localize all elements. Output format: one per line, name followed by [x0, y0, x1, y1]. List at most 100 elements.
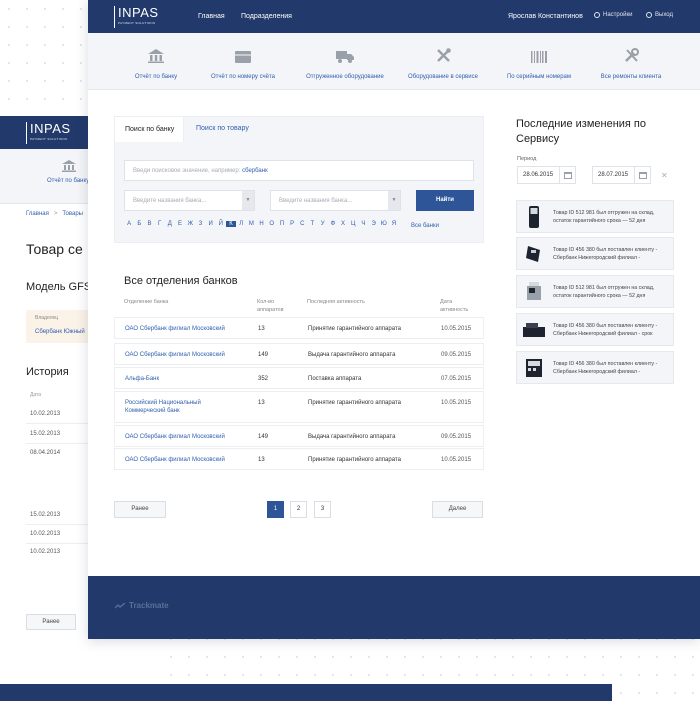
- inpas-logo[interactable]: INPAS PAYMENT SOLUTIONS: [114, 6, 159, 28]
- next-page-button[interactable]: Далее: [432, 501, 483, 518]
- letter-filter[interactable]: Г: [155, 221, 165, 227]
- change-item[interactable]: Товар ID 456 380 был поставлен клиенту -…: [516, 237, 674, 270]
- cell-date: 10.05.2015: [441, 400, 472, 406]
- letter-filter[interactable]: М: [246, 221, 256, 227]
- cell-date: 09.05.2015: [441, 434, 472, 440]
- date-to-field[interactable]: 28.07.2015: [592, 166, 651, 184]
- subnav-account-report[interactable]: Отчёт по номеру счёта: [198, 45, 288, 80]
- clear-dates-icon[interactable]: ✕: [661, 171, 668, 180]
- letter-filter[interactable]: П: [277, 221, 287, 227]
- cell-date: 10.05.2015: [441, 457, 472, 463]
- letter-filter[interactable]: К: [225, 221, 237, 227]
- breadcrumb-products[interactable]: Товары: [62, 211, 83, 217]
- nav-departments-link[interactable]: Подразделения: [241, 13, 292, 20]
- terminal-icon: [522, 205, 546, 229]
- trackmate-logo[interactable]: Trackmate: [115, 601, 169, 610]
- find-button[interactable]: Найти: [416, 190, 474, 211]
- subnav-serial-numbers[interactable]: По серийным номерам: [494, 45, 584, 80]
- breadcrumb: Главная > Товары: [26, 211, 83, 217]
- column-header-activity: Последняя активность: [307, 299, 365, 305]
- letter-filter[interactable]: О: [267, 221, 277, 227]
- letter-filter[interactable]: З: [195, 221, 205, 227]
- alphabet-filter: АБВГДЕЖЗИЙКЛМНОПРСТУФХЦЧЭЮЯ: [124, 221, 399, 227]
- letter-filter[interactable]: А: [124, 221, 134, 227]
- letter-filter[interactable]: Е: [175, 221, 185, 227]
- letter-filter[interactable]: Т: [307, 221, 317, 227]
- letter-filter[interactable]: Н: [256, 221, 266, 227]
- letter-filter[interactable]: С: [297, 221, 307, 227]
- all-banks-link[interactable]: Все банки: [411, 223, 439, 229]
- letter-filter[interactable]: Й: [216, 221, 226, 227]
- chevron-down-icon: ▼: [388, 191, 400, 210]
- cell-activity: Выдача гарантийного аппарата: [308, 352, 396, 358]
- page-3-button[interactable]: 3: [314, 501, 331, 518]
- cell-bank[interactable]: ОАО Сбербанк филиал Московский: [125, 351, 225, 359]
- change-item[interactable]: Товар ID 456 380 был поставлен клиенту -…: [516, 351, 674, 384]
- subnav-client-repairs[interactable]: Все ремонты клиента: [586, 45, 676, 80]
- cell-bank[interactable]: Альфа-Банк: [125, 375, 159, 383]
- cell-bank[interactable]: ОАО Сбербанк филиал Московский: [125, 325, 225, 333]
- date-from-field[interactable]: 28.06.2015: [517, 166, 576, 184]
- subnav-service-equipment[interactable]: Оборудование в сервисе: [398, 45, 488, 80]
- cell-bank[interactable]: ОАО Сбербанк филиал Московский: [125, 456, 225, 464]
- chevron-down-icon: ▼: [242, 191, 254, 210]
- table-row[interactable]: ОАО Сбербанк филиал Московский 149 Выдач…: [114, 343, 484, 365]
- settings-icon: [594, 12, 600, 18]
- footer: Trackmate: [88, 576, 700, 639]
- letter-filter[interactable]: Ю: [379, 221, 389, 227]
- letter-filter[interactable]: Л: [236, 221, 246, 227]
- calendar-icon[interactable]: [559, 167, 575, 183]
- column-header-branch: Отделение банка: [124, 299, 169, 305]
- period-label: Период: [517, 156, 537, 162]
- history-date: 10.02.2013: [30, 549, 61, 555]
- letter-filter[interactable]: Я: [389, 221, 399, 227]
- wrench-icon: [586, 45, 676, 63]
- letter-filter[interactable]: Р: [287, 221, 297, 227]
- change-item[interactable]: Товар ID 512 981 был отгружен на склад, …: [516, 275, 674, 308]
- letter-filter[interactable]: В: [144, 221, 154, 227]
- cell-bank[interactable]: Российский Национальный Коммерческий бан…: [125, 399, 235, 415]
- branches-heading: Все отделения банков: [124, 275, 238, 287]
- letter-filter[interactable]: Э: [369, 221, 379, 227]
- tab-search-by-bank[interactable]: Поиск по банку: [114, 116, 184, 142]
- owner-value[interactable]: Сбербанк Южный: [35, 329, 96, 335]
- page-2-button[interactable]: 2: [290, 501, 307, 518]
- subnav-shipped-equipment[interactable]: Отгруженное оборудование: [300, 45, 390, 80]
- table-row[interactable]: ОАО Сбербанк филиал Московский 149 Выдач…: [114, 425, 484, 447]
- letter-filter[interactable]: И: [206, 221, 216, 227]
- letter-filter[interactable]: Ж: [185, 221, 195, 227]
- background-subnav-label[interactable]: Отчёт по банку: [47, 178, 89, 184]
- bank-select-2[interactable]: Введите названия банка... ▼: [270, 190, 401, 211]
- tab-search-by-product[interactable]: Поиск по товару: [186, 116, 259, 142]
- cell-bank[interactable]: ОАО Сбербанк филиал Московский: [125, 433, 225, 441]
- subnav-bank-report[interactable]: Отчёт по банку: [111, 45, 201, 80]
- page-1-button[interactable]: 1: [267, 501, 284, 518]
- cell-activity: Принятие гарантийного аппарата: [308, 457, 401, 463]
- letter-filter[interactable]: Х: [338, 221, 348, 227]
- letter-filter[interactable]: Ф: [328, 221, 338, 227]
- letter-filter[interactable]: Д: [165, 221, 175, 227]
- user-name[interactable]: Ярослав Константинов: [508, 13, 583, 20]
- table-row[interactable]: Российский Национальный Коммерческий бан…: [114, 391, 484, 423]
- breadcrumb-home[interactable]: Главная: [26, 211, 49, 217]
- background-back-button[interactable]: Ранее: [26, 614, 76, 630]
- top-navigation: INPAS PAYMENT SOLUTIONS Главная Подразде…: [88, 0, 700, 33]
- cell-count: 13: [258, 457, 265, 463]
- history-date-header: Дата: [30, 392, 42, 398]
- letter-filter[interactable]: Б: [134, 221, 144, 227]
- settings-link[interactable]: Настройки: [594, 12, 632, 18]
- letter-filter[interactable]: У: [318, 221, 328, 227]
- letter-filter[interactable]: Ц: [348, 221, 358, 227]
- change-item[interactable]: Товар ID 456 380 был поставлен клиенту -…: [516, 313, 674, 346]
- logout-link[interactable]: Выход: [646, 12, 673, 18]
- change-item[interactable]: Товар ID 512 981 был отгружен на склад, …: [516, 200, 674, 233]
- table-row[interactable]: ОАО Сбербанк филиал Московский 13 Принят…: [114, 317, 484, 339]
- bank-select-1[interactable]: Введите названия банка... ▼: [124, 190, 255, 211]
- calendar-icon[interactable]: [634, 167, 650, 183]
- table-row[interactable]: Альфа-Банк 352 Поставка аппарата 07.05.2…: [114, 367, 484, 389]
- letter-filter[interactable]: Ч: [358, 221, 368, 227]
- table-row[interactable]: ОАО Сбербанк филиал Московский 13 Принят…: [114, 448, 484, 470]
- search-input[interactable]: Введи поисковое значение, например: сбер…: [124, 160, 474, 181]
- nav-home-link[interactable]: Главная: [198, 13, 225, 20]
- prev-page-button[interactable]: Ранее: [114, 501, 166, 518]
